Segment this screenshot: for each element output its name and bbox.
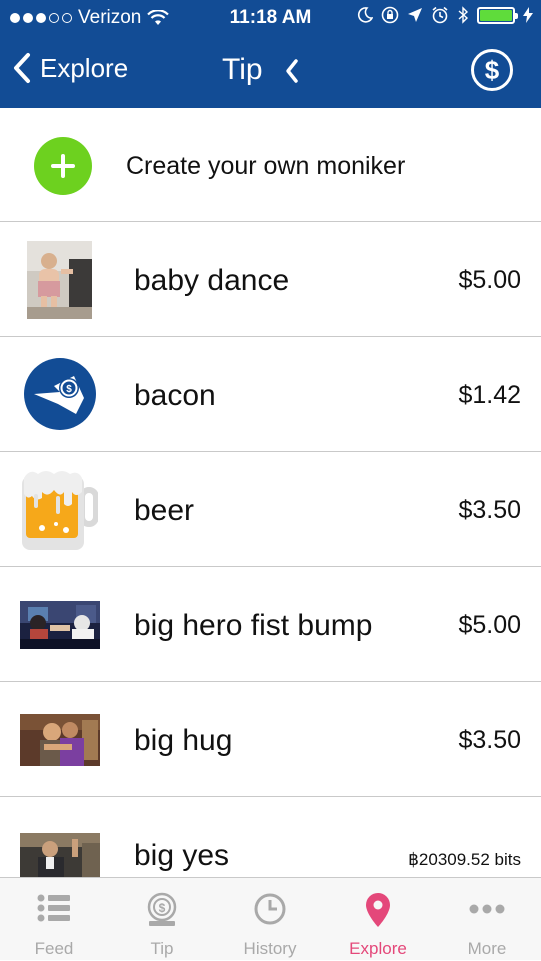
tab-label: More (467, 939, 507, 958)
big-hug-thumbnail (20, 714, 100, 766)
big-yes-thumbnail (20, 833, 100, 877)
create-moniker-row[interactable]: Create your own moniker (0, 108, 541, 222)
tab-tip[interactable]: $ Tip (108, 878, 216, 961)
item-name: big yes (134, 839, 230, 872)
tab-label: History (243, 939, 297, 958)
list-item[interactable]: $ bacon $1.42 (0, 337, 541, 452)
big-hero-fist-bump-thumbnail (20, 601, 100, 649)
list-icon (37, 894, 70, 922)
beer-mug-icon (22, 468, 98, 550)
create-moniker-label: Create your own moniker (126, 152, 406, 180)
chevron-left-icon[interactable] (284, 58, 300, 84)
tab-more[interactable]: More (433, 878, 541, 961)
item-name: beer (134, 494, 195, 527)
item-price: $3.50 (458, 726, 521, 754)
top-bar: Verizon 11:18 AM Explore Tip $ (0, 0, 541, 108)
clock-icon (254, 893, 286, 925)
back-button[interactable]: Explore (12, 52, 128, 84)
ellipsis-icon (469, 904, 505, 914)
item-price: ฿20309.52 bits (408, 850, 521, 869)
moniker-list: baby dance $5.00 $ bacon $1.42 beer $3.5… (0, 222, 541, 912)
baby-dance-thumbnail (27, 241, 92, 319)
svg-text:$: $ (66, 384, 72, 395)
dollar-circle-button[interactable]: $ (471, 49, 513, 91)
moon-icon (357, 7, 373, 23)
location-arrow-icon (408, 8, 422, 22)
tab-bar: Feed $ Tip History Explore More (0, 877, 541, 960)
list-item[interactable]: baby dance $5.00 (0, 222, 541, 337)
alarm-icon (432, 6, 448, 24)
list-item[interactable]: big hero fist bump $5.00 (0, 567, 541, 682)
list-item[interactable]: big hug $3.50 (0, 682, 541, 797)
tab-explore[interactable]: Explore (324, 878, 432, 961)
tip-jar-icon: $ (147, 892, 177, 926)
battery-icon (477, 6, 518, 24)
tab-history[interactable]: History (216, 878, 324, 961)
back-label: Explore (40, 52, 129, 83)
item-name: bacon (134, 379, 216, 412)
item-price: $5.00 (458, 266, 521, 294)
item-price: $3.50 (458, 496, 521, 524)
item-price: $1.42 (458, 381, 521, 409)
location-pin-icon (366, 893, 390, 927)
tab-label: Explore (349, 939, 407, 958)
charging-icon (523, 7, 533, 23)
list-item[interactable]: beer $3.50 (0, 452, 541, 567)
item-name: baby dance (134, 264, 290, 297)
page-title: Tip (222, 53, 263, 86)
dollar-icon: $ (484, 54, 500, 85)
item-name: big hero fist bump (134, 609, 373, 642)
tab-feed[interactable]: Feed (0, 878, 108, 961)
item-price: $5.00 (458, 611, 521, 639)
item-name: big hug (134, 724, 233, 757)
plus-icon (34, 137, 92, 195)
svg-text:$: $ (159, 901, 166, 915)
rotation-lock-icon (381, 6, 399, 24)
status-bar: Verizon 11:18 AM (0, 0, 541, 36)
tab-label: Feed (34, 939, 74, 958)
tab-label: Tip (150, 939, 174, 958)
chevron-left-icon (14, 53, 30, 83)
bluetooth-icon (458, 6, 469, 24)
tip-hat-logo-icon: $ (24, 358, 96, 430)
